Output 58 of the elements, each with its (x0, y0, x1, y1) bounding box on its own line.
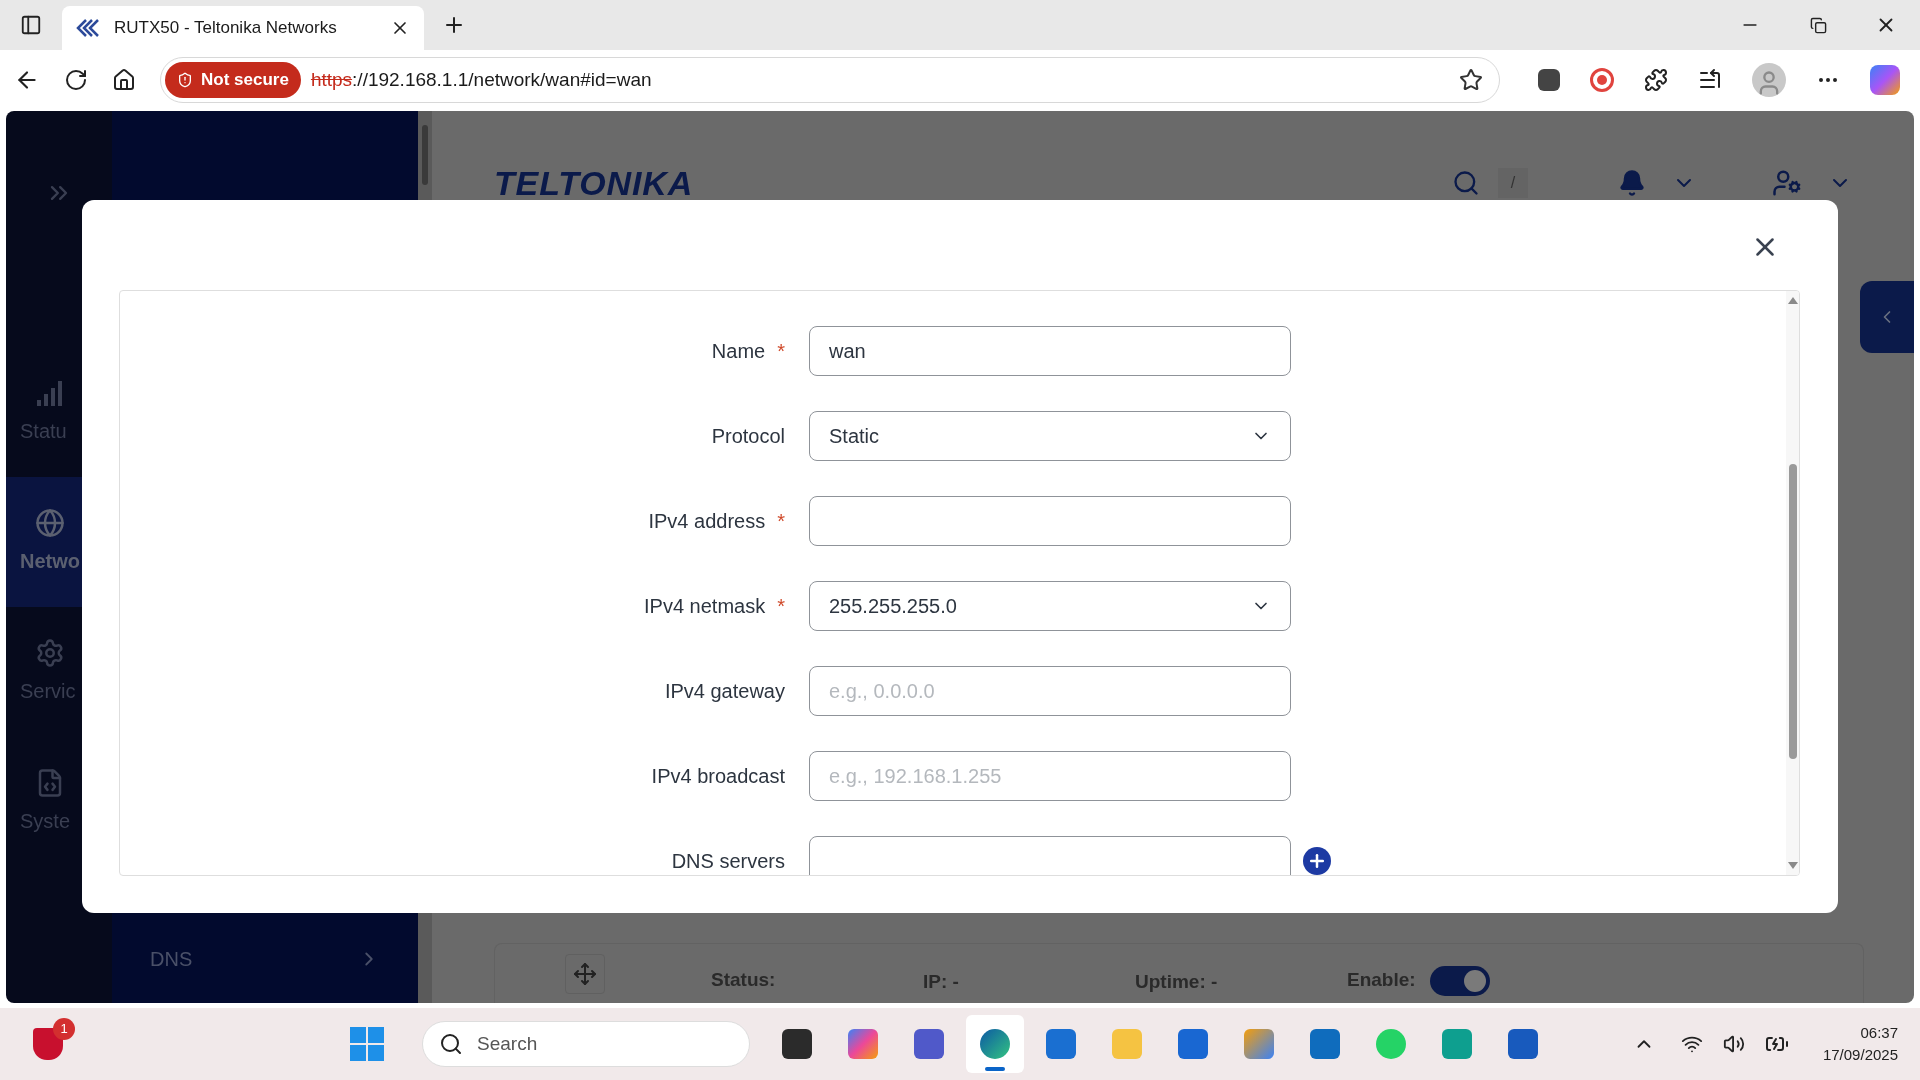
required-asterisk: * (777, 594, 785, 619)
not-secure-badge[interactable]: Not secure (165, 62, 301, 98)
clock-time[interactable]: 06:37 (1860, 1021, 1898, 1044)
text-field[interactable] (809, 836, 1291, 875)
reload-icon[interactable] (64, 68, 88, 92)
record-icon[interactable] (1590, 68, 1614, 92)
select-field[interactable]: 255.255.255.0 (809, 581, 1291, 631)
required-asterisk: * (777, 509, 785, 534)
sidebar-toggle-icon[interactable] (20, 14, 42, 36)
extensions-icon[interactable] (1644, 68, 1668, 92)
field-label: IPv4 gateway (664, 679, 785, 704)
shield-icon (177, 72, 193, 88)
home-icon[interactable] (112, 68, 136, 92)
search-icon (439, 1032, 463, 1056)
volume-icon[interactable] (1722, 1033, 1745, 1055)
text-field[interactable]: wan (809, 326, 1291, 376)
taskbar-app[interactable] (966, 1015, 1024, 1073)
status-label: Status: (710, 968, 777, 992)
browser-tab[interactable]: RUTX50 - Teltonika Networks (62, 6, 424, 50)
move-icon (573, 962, 597, 986)
text-field[interactable]: e.g., 0.0.0.0 (809, 666, 1291, 716)
enable-toggle[interactable] (1429, 966, 1490, 996)
field-label: IPv4 broadcast (651, 764, 785, 789)
windows-start-icon[interactable] (350, 1027, 384, 1061)
field-label: Protocol (711, 424, 785, 449)
clock-date[interactable]: 17/09/2025 (1822, 1044, 1898, 1067)
text-field[interactable]: e.g., 192.168.1.255 (809, 751, 1291, 801)
gear-icon (35, 638, 65, 668)
notification-badge: 1 (53, 1018, 75, 1040)
ip-label: IP: - (922, 970, 960, 994)
url-text: https://192.168.1.1/network/wan#id=wan (310, 67, 653, 92)
shortcut-key: / (1498, 168, 1528, 198)
required-asterisk: * (777, 339, 785, 364)
globe-icon (35, 508, 65, 538)
field-label: DNS servers (671, 849, 785, 874)
enable-label: Enable: (1347, 968, 1416, 992)
select-field[interactable]: Static (809, 411, 1291, 461)
field-label: IPv4 address (648, 509, 766, 534)
add-button[interactable] (1303, 847, 1331, 875)
notifications-icon[interactable] (1618, 169, 1646, 197)
scrollbar[interactable] (1786, 291, 1799, 875)
restore-icon[interactable] (1809, 16, 1827, 34)
text-field[interactable] (809, 496, 1291, 546)
uptime-label: Uptime: - (1134, 970, 1219, 994)
field-label: Name (711, 339, 766, 364)
favorite-star-icon[interactable] (1459, 68, 1483, 92)
search-icon[interactable] (1452, 169, 1480, 197)
app-shield-icon[interactable] (33, 1028, 63, 1060)
nav-label: Netwo (20, 549, 80, 574)
signal-icon (35, 378, 65, 408)
field-label: IPv4 netmask (644, 594, 766, 619)
chevron-logo-icon (76, 19, 102, 37)
taskbar-search-field[interactable]: Search (422, 1021, 750, 1067)
tab-title: RUTX50 - Teltonika Networks (114, 17, 338, 40)
move-handle[interactable] (565, 954, 605, 994)
profile-avatar[interactable] (1752, 63, 1786, 97)
user-settings-icon[interactable] (1772, 168, 1802, 198)
plus-icon (1307, 851, 1327, 871)
